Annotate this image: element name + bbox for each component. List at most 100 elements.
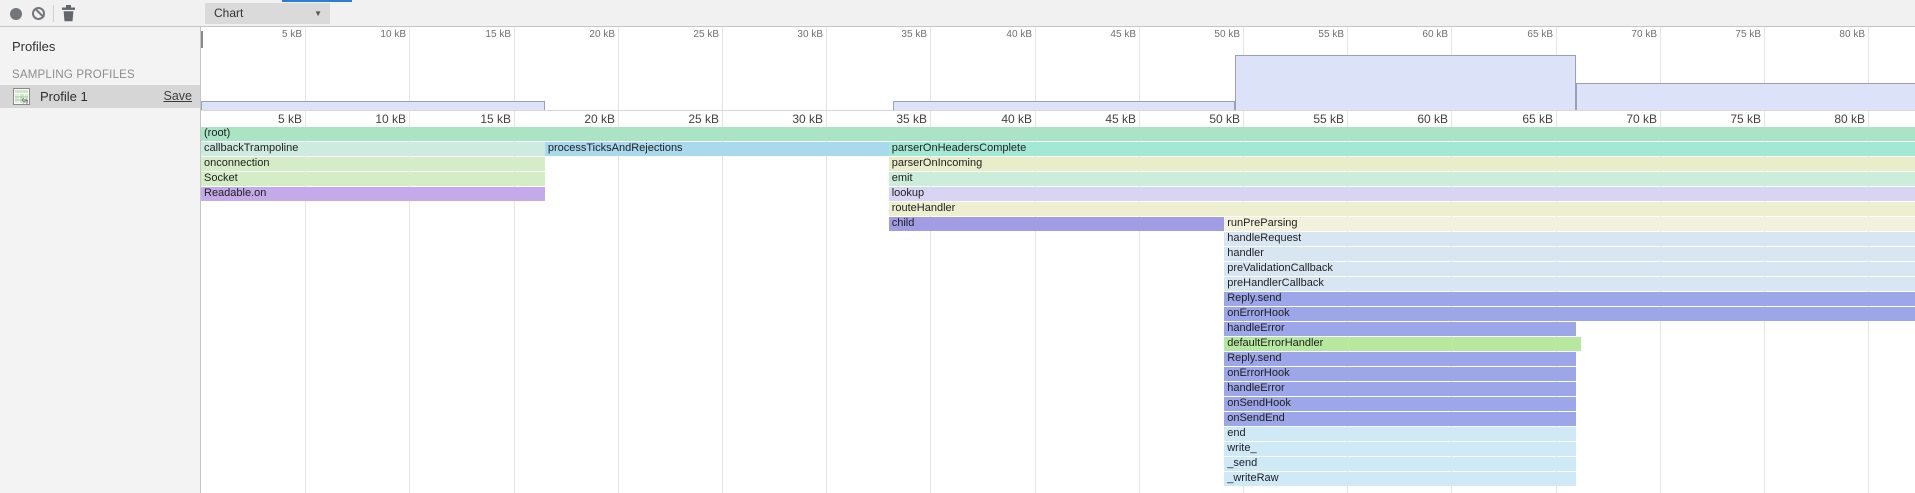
flame-bar[interactable]: _send <box>1224 457 1576 471</box>
flame-bar-label: onErrorHook <box>1227 307 1289 319</box>
flame-ruler-tick-label: 50 kB <box>1168 112 1240 126</box>
overview-ruler-tick-label: 10 kB <box>336 29 406 40</box>
overview-ruler-tick-label: 45 kB <box>1066 29 1136 40</box>
flame-bar-label: parserOnHeadersComplete <box>892 142 1027 154</box>
flame-bar[interactable]: onconnection <box>201 157 545 171</box>
overview-ruler-tick-label: 35 kB <box>857 29 927 40</box>
overview-gridline <box>826 27 827 110</box>
flame-bar[interactable]: onErrorHook <box>1224 367 1576 381</box>
flame-bar[interactable]: onSendEnd <box>1224 412 1576 426</box>
toolbar-divider <box>53 5 54 22</box>
flame-chart[interactable]: (root) callbackTrampolineprocessTicksAndR… <box>201 127 1915 493</box>
trash-icon[interactable] <box>61 5 76 22</box>
flame-bar[interactable]: handler <box>1224 247 1915 261</box>
overview-area-segment[interactable] <box>1235 55 1577 110</box>
flame-bar-label: lookup <box>892 187 924 199</box>
flame-ruler-tick-label: 15 kB <box>439 112 511 126</box>
flame-bar-label: emit <box>892 172 913 184</box>
flame-bar[interactable]: (root) <box>201 127 1915 141</box>
flame-ruler-tick-label: 20 kB <box>543 112 615 126</box>
flame-ruler-tick-label: 35 kB <box>855 112 927 126</box>
flame-bar[interactable]: parserOnIncoming <box>889 157 1915 171</box>
flame-bar-label: write_ <box>1227 442 1256 454</box>
flame-bar-label: onconnection <box>204 157 269 169</box>
flame-ruler-tick-label: 30 kB <box>751 112 823 126</box>
profiler-chart-area: 5 kB10 kB15 kB20 kB25 kB30 kB35 kB40 kB4… <box>201 27 1915 493</box>
flame-ruler-tick-label: 10 kB <box>334 112 406 126</box>
overview-ruler-tick-label: 30 kB <box>753 29 823 40</box>
flame-bar[interactable]: _writeRaw <box>1224 472 1576 486</box>
save-profile-link[interactable]: Save <box>164 85 193 108</box>
flame-bar[interactable]: defaultErrorHandler <box>1224 337 1580 351</box>
flame-bar-label: Socket <box>204 172 238 184</box>
flame-bar[interactable]: emit <box>889 172 1915 186</box>
overview-area-segment[interactable] <box>201 101 545 110</box>
flame-bar-label: preValidationCallback <box>1227 262 1333 274</box>
flame-ruler-tick-label: 70 kB <box>1585 112 1657 126</box>
overview-ruler-tick-label: 5 kB <box>232 29 302 40</box>
flame-bar-label: (root) <box>204 127 230 139</box>
flame-bar-label: routeHandler <box>892 202 956 214</box>
flame-bar-label: onSendEnd <box>1227 412 1285 424</box>
flame-bar-label: preHandlerCallback <box>1227 277 1324 289</box>
overview-gridline <box>618 27 619 110</box>
overview-ruler-tick-label: 15 kB <box>441 29 511 40</box>
overview-ruler-tick-label: 50 kB <box>1170 29 1240 40</box>
overview-gridline <box>1139 27 1140 110</box>
flame-bar-label: _writeRaw <box>1227 472 1278 484</box>
flame-ruler-tick-label: 75 kB <box>1689 112 1761 126</box>
flame-bar[interactable]: processTicksAndRejections <box>545 142 889 156</box>
overview-ruler-tick-label: 80 kB <box>1795 29 1865 40</box>
flame-chart-ruler: 5 kB10 kB15 kB20 kB25 kB30 kB35 kB40 kB4… <box>201 111 1915 127</box>
sidebar-item-profile-1[interactable]: % Profile 1 Save <box>0 85 200 108</box>
flame-bar-label: handleError <box>1227 382 1284 394</box>
flame-bar[interactable]: parserOnHeadersComplete <box>889 142 1915 156</box>
flame-bar[interactable]: Reply.send <box>1224 292 1915 306</box>
flame-bar-label: handleRequest <box>1227 232 1301 244</box>
flame-bar[interactable]: lookup <box>889 187 1915 201</box>
flame-bar[interactable]: Socket <box>201 172 545 186</box>
flame-bar[interactable]: Readable.on <box>201 187 545 201</box>
flame-bar[interactable]: preHandlerCallback <box>1224 277 1915 291</box>
flame-bar-label: onErrorHook <box>1227 367 1289 379</box>
profile-name: Profile 1 <box>40 85 88 108</box>
overview-scroll-handle[interactable] <box>201 31 203 48</box>
overview-gridline <box>305 27 306 110</box>
clear-all-icon-slash <box>35 9 44 18</box>
record-icon[interactable] <box>10 8 22 20</box>
overview-gridline <box>1035 27 1036 110</box>
flame-bar-label: defaultErrorHandler <box>1227 337 1323 349</box>
flame-bar[interactable]: onErrorHook <box>1224 307 1915 321</box>
flame-bar[interactable]: preValidationCallback <box>1224 262 1915 276</box>
flame-bar[interactable]: onSendHook <box>1224 397 1576 411</box>
overview-area-segment[interactable] <box>1576 83 1915 110</box>
flame-ruler-tick-label: 80 kB <box>1793 112 1865 126</box>
flame-bar[interactable]: handleError <box>1224 382 1576 396</box>
flame-bar-label: Reply.send <box>1227 292 1281 304</box>
overview-area-segment[interactable] <box>893 101 1235 110</box>
flame-bar[interactable]: child <box>889 217 1225 231</box>
flame-ruler-tick-label: 5 kB <box>230 112 302 126</box>
flame-ruler-tick-label: 60 kB <box>1376 112 1448 126</box>
active-tab-indicator <box>282 0 352 2</box>
chevron-down-icon: ▼ <box>314 3 322 24</box>
overview-ruler-tick-label: 75 kB <box>1691 29 1761 40</box>
flame-bar[interactable]: routeHandler <box>889 202 1915 216</box>
overview-gridline <box>514 27 515 110</box>
overview-gridline <box>722 27 723 110</box>
flame-bar-label: end <box>1227 427 1245 439</box>
flame-bar[interactable]: end <box>1224 427 1576 441</box>
flame-bar[interactable]: runPreParsing <box>1224 217 1915 231</box>
flame-ruler-tick-label: 25 kB <box>647 112 719 126</box>
memory-overview-pane[interactable]: 5 kB10 kB15 kB20 kB25 kB30 kB35 kB40 kB4… <box>201 27 1915 111</box>
flame-bar[interactable]: handleError <box>1224 322 1576 336</box>
clear-all-icon[interactable] <box>32 7 45 20</box>
flame-bar[interactable]: Reply.send <box>1224 352 1576 366</box>
overview-gridline <box>409 27 410 110</box>
flame-bar[interactable]: callbackTrampoline <box>201 142 545 156</box>
view-mode-select[interactable]: Chart ▼ <box>205 3 330 24</box>
flame-bar[interactable]: write_ <box>1224 442 1576 456</box>
flame-ruler-tick-label: 65 kB <box>1481 112 1553 126</box>
flame-bar[interactable]: handleRequest <box>1224 232 1915 246</box>
flame-ruler-tick-label: 55 kB <box>1272 112 1344 126</box>
